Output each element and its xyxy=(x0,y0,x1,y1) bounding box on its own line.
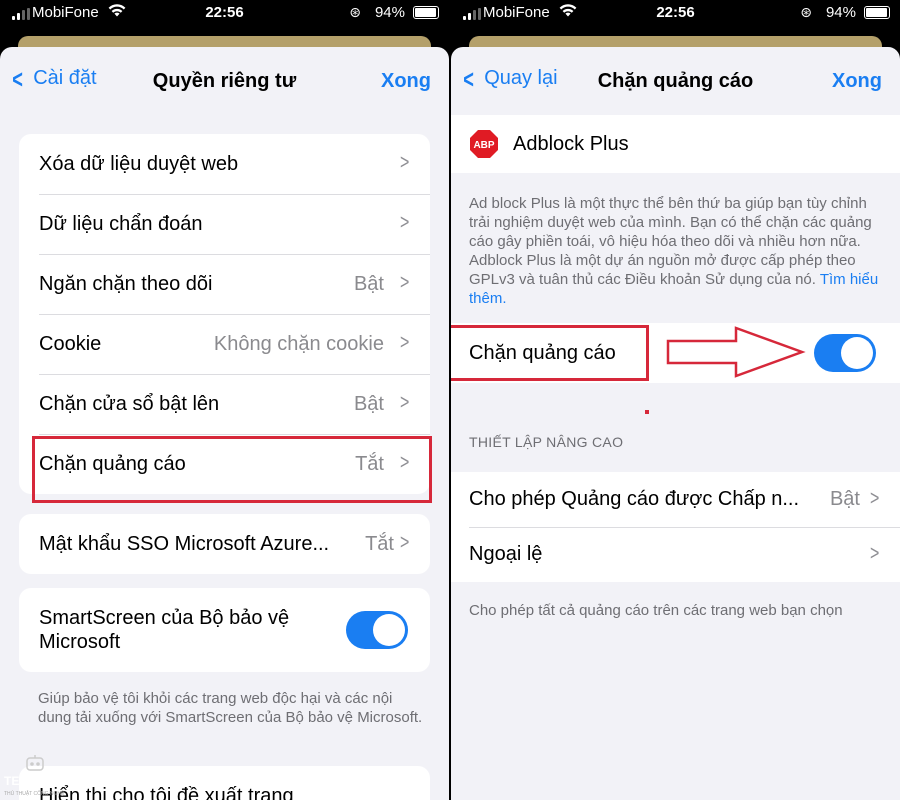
left-screen: MobiFone 22:56 ⊛ 94% < Cài đặt Quyền riê… xyxy=(0,0,449,800)
row-label: Cookie xyxy=(39,332,102,355)
ad-block-settings-sheet: < Quay lại Chặn quảng cáo Xong ABP Adblo… xyxy=(451,47,900,800)
smartscreen-group: SmartScreen của Bộ bảo vệ Microsoft xyxy=(19,588,430,672)
section-header-advanced: THIẾT LẬP NÂNG CAO xyxy=(469,434,624,450)
adblock-toggle[interactable] xyxy=(814,334,876,372)
battery-percent: 94% xyxy=(374,4,405,21)
privacy-settings-sheet: < Cài đặt Quyền riêng tư Xong Xóa dữ liệ… xyxy=(0,47,449,800)
nav-bar: < Cài đặt Quyền riêng tư Xong xyxy=(0,47,449,115)
sso-group: Mật khẩu SSO Microsoft Azure... Tắt > xyxy=(19,514,430,574)
row-label: Cho phép Quảng cáo được Chấp n... xyxy=(469,488,800,510)
row-tracking-prevention[interactable]: Ngăn chặn theo dõi Bật > xyxy=(19,254,430,314)
row-acceptable-ads[interactable]: Cho phép Quảng cáo được Chấp n... Bật > xyxy=(451,472,900,527)
battery-icon xyxy=(413,6,439,19)
row-label: Mật khẩu SSO Microsoft Azure... xyxy=(39,532,330,555)
red-dot xyxy=(645,410,649,414)
battery-icon xyxy=(864,6,890,19)
chevron-right-icon: > xyxy=(400,152,410,175)
row-cookie[interactable]: Cookie Không chặn cookie > xyxy=(19,314,430,374)
row-label: Ngăn chặn theo dõi xyxy=(39,272,213,295)
right-screen: MobiFone 22:56 ⊛ 94% < Quay lại Chặn quả… xyxy=(451,0,900,800)
row-value: Bật xyxy=(829,488,860,510)
pointer-arrow-icon xyxy=(666,326,806,378)
status-bar: MobiFone 22:56 ⊛ 94% xyxy=(451,0,900,26)
row-popup-blocker[interactable]: Chặn cửa sổ bật lên Bật > xyxy=(19,374,430,434)
row-diagnostic-data[interactable]: Dữ liệu chẩn đoán > xyxy=(19,194,430,254)
done-button[interactable]: Xong xyxy=(832,70,882,93)
row-label: Xóa dữ liệu duyệt web xyxy=(39,152,239,175)
status-bar: MobiFone 22:56 ⊛ 94% xyxy=(0,0,449,26)
row-value: Không chặn cookie xyxy=(213,332,384,355)
battery-percent: 94% xyxy=(825,4,856,21)
row-label: Hiển thị cho tôi đề xuất trang xyxy=(39,784,294,800)
provider-group: ABP Adblock Plus xyxy=(451,115,900,173)
adblock-badge-text: ABP xyxy=(473,140,494,151)
adblock-description: Ad block Plus là một thực thể bên thứ ba… xyxy=(469,194,882,308)
rotation-lock-icon: ⊛ xyxy=(800,4,812,20)
done-button[interactable]: Xong xyxy=(381,70,431,93)
chevron-right-icon: > xyxy=(400,272,410,295)
smartscreen-note: Giúp bảo vệ tôi khỏi các trang web độc h… xyxy=(38,690,423,726)
chevron-right-icon: > xyxy=(400,392,410,415)
row-label: Ngoại lệ xyxy=(469,543,543,565)
chevron-right-icon: > xyxy=(400,532,410,555)
chevron-right-icon: > xyxy=(400,212,410,235)
row-value: Bật xyxy=(353,392,384,415)
robot-logo-icon xyxy=(24,755,46,775)
row-label: SmartScreen của Bộ bảo vệ Microsoft xyxy=(39,607,290,653)
row-value: Bật xyxy=(353,272,384,295)
nav-bar: < Quay lại Chặn quảng cáo Xong xyxy=(451,47,900,115)
advanced-note: Cho phép tất cả quảng cáo trên các trang… xyxy=(469,602,843,619)
advanced-group: Cho phép Quảng cáo được Chấp n... Bật > … xyxy=(451,472,900,582)
row-label: Dữ liệu chẩn đoán xyxy=(39,212,203,235)
row-value: Tắt xyxy=(365,532,394,555)
adblock-plus-logo-icon: ABP xyxy=(469,129,499,159)
row-label: Chặn cửa sổ bật lên xyxy=(39,392,220,415)
provider-name: Adblock Plus xyxy=(513,132,629,155)
chevron-right-icon: > xyxy=(400,332,410,355)
watermark-title: TECH TRICKS xyxy=(4,774,85,788)
description-text: Ad block Plus là một thực thể bên thứ ba… xyxy=(469,195,872,288)
row-provider: ABP Adblock Plus xyxy=(451,115,900,173)
watermark: TECH TRICKS THỦ THUẬT CÔNG NGHỆ xyxy=(4,755,85,800)
row-clear-browsing-data[interactable]: Xóa dữ liệu duyệt web > xyxy=(19,134,430,194)
chevron-right-icon: > xyxy=(870,542,880,565)
row-smartscreen: SmartScreen của Bộ bảo vệ Microsoft xyxy=(19,588,430,672)
row-exceptions[interactable]: Ngoại lệ > xyxy=(451,527,900,582)
rotation-lock-icon: ⊛ xyxy=(349,4,361,20)
highlight-box-ad-blocker xyxy=(32,436,432,503)
watermark-subtitle: THỦ THUẬT CÔNG NGHỆ xyxy=(4,791,65,797)
highlight-box-adblock-label xyxy=(451,325,649,381)
chevron-right-icon: > xyxy=(870,487,880,510)
smartscreen-toggle[interactable] xyxy=(346,611,408,649)
row-sso-password[interactable]: Mật khẩu SSO Microsoft Azure... Tắt > xyxy=(19,514,430,574)
